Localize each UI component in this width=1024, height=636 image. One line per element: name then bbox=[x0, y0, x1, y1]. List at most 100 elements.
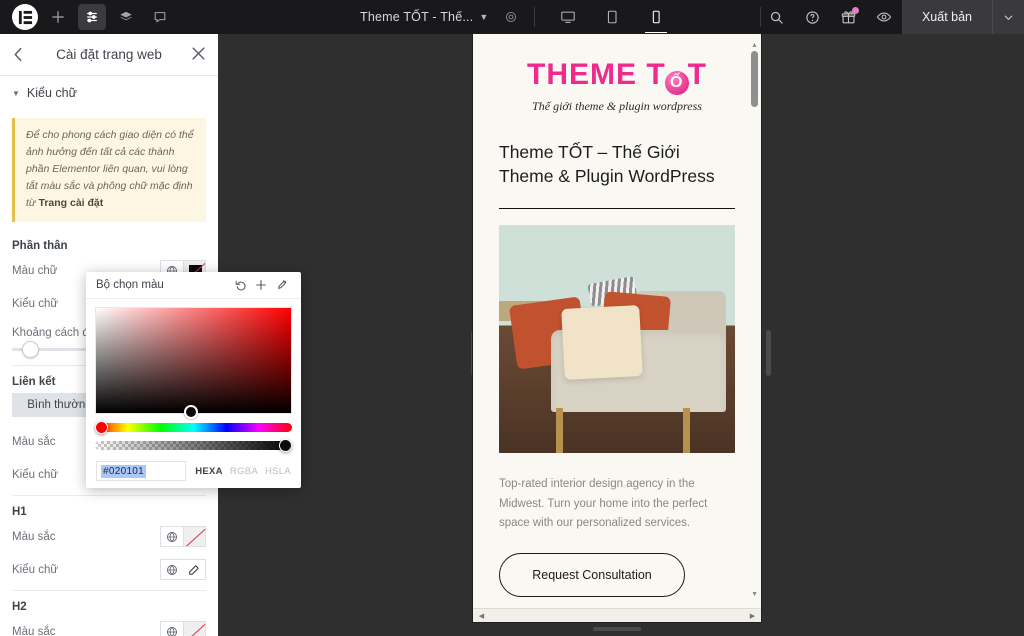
site-logo: THEME TỐT Thế giới theme & plugin wordpr… bbox=[473, 34, 761, 122]
horizontal-scroll-track[interactable] bbox=[487, 612, 747, 620]
document-title-group: Theme TỐT - Thế... ▼ bbox=[360, 0, 518, 34]
device-switcher bbox=[546, 0, 678, 34]
page-title: Theme TỐT – Thế Giới Theme & Plugin Word… bbox=[499, 142, 715, 187]
row-label: Màu sắc bbox=[12, 625, 56, 636]
image-sofa-leg bbox=[683, 407, 691, 454]
sidebar-title: Cài đặt trang web bbox=[56, 47, 162, 62]
top-toolbar: Theme TỐT - Thế... ▼ Xuất bản bbox=[0, 0, 1024, 34]
row-h1-typography: Kiểu chữ bbox=[0, 553, 218, 586]
eye-icon[interactable] bbox=[866, 0, 902, 34]
eyedropper-icon[interactable] bbox=[271, 279, 291, 291]
row-label: Màu chữ bbox=[12, 264, 58, 277]
comment-icon[interactable] bbox=[146, 4, 174, 30]
row-label: Màu sắc bbox=[12, 530, 56, 543]
logo-text-part2: T bbox=[687, 58, 707, 91]
hex-value: #020101 bbox=[101, 464, 147, 478]
document-title: Theme TỐT - Thế... bbox=[360, 10, 474, 24]
pencil-icon[interactable] bbox=[183, 559, 206, 580]
logo-dot-icon: Ố bbox=[664, 71, 689, 95]
hex-input[interactable]: #020101 bbox=[96, 461, 187, 481]
row-label: Kiểu chữ bbox=[12, 297, 59, 310]
chevron-left-icon[interactable] bbox=[12, 47, 25, 62]
sliders-icon[interactable] bbox=[78, 4, 106, 30]
globe-icon[interactable] bbox=[160, 526, 183, 547]
alpha-slider[interactable] bbox=[95, 439, 292, 452]
row-h1-color: Màu sắc bbox=[0, 520, 218, 553]
hue-handle[interactable] bbox=[95, 421, 108, 434]
preview-horizontal-scrollbar[interactable]: ◀ ▶ bbox=[473, 608, 761, 622]
alpha-handle[interactable] bbox=[279, 439, 292, 452]
color-swatch-button[interactable] bbox=[183, 526, 206, 547]
row-label: Màu sắc bbox=[12, 435, 56, 448]
elementor-logo-icon[interactable] bbox=[12, 4, 38, 30]
logo-text-part1: THEME T bbox=[527, 58, 666, 91]
divider bbox=[12, 495, 206, 496]
chevron-down-icon[interactable]: ▼ bbox=[479, 12, 488, 22]
gift-notification-badge bbox=[852, 7, 859, 14]
row-h2-color: Màu sắc bbox=[0, 615, 218, 636]
undo-icon[interactable] bbox=[231, 279, 251, 291]
hue-track[interactable] bbox=[95, 423, 292, 432]
group-title-h2: H2 bbox=[12, 601, 27, 613]
group-title-h1: H1 bbox=[12, 506, 27, 518]
globe-icon[interactable] bbox=[160, 559, 183, 580]
format-hexa[interactable]: HEXA bbox=[195, 466, 223, 477]
page-paragraph: Top-rated interior design agency in the … bbox=[499, 478, 708, 529]
plus-icon[interactable] bbox=[251, 279, 271, 291]
device-desktop-button[interactable] bbox=[546, 0, 590, 34]
color-control-group bbox=[160, 526, 206, 547]
divider bbox=[499, 208, 735, 210]
gift-icon[interactable] bbox=[830, 0, 866, 34]
saturation-handle[interactable] bbox=[184, 405, 198, 419]
globe-icon[interactable] bbox=[160, 621, 183, 636]
help-circle-icon[interactable] bbox=[794, 0, 830, 34]
color-swatch-button[interactable] bbox=[183, 621, 206, 636]
toolbar-left-group bbox=[0, 0, 174, 34]
caret-right-icon[interactable]: ▶ bbox=[747, 612, 758, 620]
vertical-scroll-thumb[interactable] bbox=[751, 51, 758, 107]
layers-icon[interactable] bbox=[112, 4, 140, 30]
row-label: Kiểu chữ bbox=[12, 468, 59, 481]
color-picker-header: Bộ chọn màu bbox=[86, 272, 301, 299]
row-label: Kiểu chữ bbox=[12, 563, 59, 576]
section-typography-label: Kiểu chữ bbox=[26, 86, 77, 100]
slider-knob[interactable] bbox=[22, 341, 39, 358]
format-hsla[interactable]: HSLA bbox=[265, 466, 291, 477]
color-picker-popup: Bộ chọn màu #020101 HEXA RGBA HSLA bbox=[86, 272, 301, 488]
search-icon[interactable] bbox=[758, 0, 794, 34]
close-icon[interactable] bbox=[191, 46, 206, 61]
logo-text: THEME TỐT bbox=[473, 60, 761, 95]
image-sofa-leg bbox=[555, 407, 563, 454]
typography-control-group bbox=[160, 559, 206, 580]
publish-button[interactable]: Xuất bản bbox=[902, 0, 992, 34]
resize-handle-right[interactable] bbox=[766, 330, 771, 376]
group-title-body: Phần thân bbox=[12, 240, 68, 252]
alpha-track[interactable] bbox=[95, 441, 292, 450]
toolbar-right-group: Xuất bản bbox=[758, 0, 1024, 34]
caret-down-icon: ▼ bbox=[12, 88, 20, 98]
request-consultation-button[interactable]: Request Consultation bbox=[499, 553, 685, 598]
caret-down-icon[interactable]: ▼ bbox=[751, 591, 758, 598]
preview-vertical-scrollbar[interactable]: ▲ bbox=[750, 42, 759, 210]
device-tablet-button[interactable] bbox=[590, 0, 634, 34]
logo-tagline: Thế giới theme & plugin wordpress bbox=[532, 99, 702, 113]
color-control-group bbox=[160, 621, 206, 636]
gear-icon[interactable] bbox=[504, 10, 518, 24]
hue-slider[interactable] bbox=[95, 421, 292, 434]
format-rgba[interactable]: RGBA bbox=[230, 466, 258, 477]
color-format-tabs: HEXA RGBA HSLA bbox=[195, 466, 291, 477]
divider bbox=[12, 590, 206, 591]
caret-left-icon[interactable]: ◀ bbox=[476, 612, 487, 620]
saturation-value-area[interactable] bbox=[95, 307, 292, 419]
publish-options-chevron-down-icon[interactable] bbox=[992, 0, 1024, 34]
device-mobile-button[interactable] bbox=[634, 0, 678, 34]
section-typography[interactable]: ▼ Kiểu chữ bbox=[0, 76, 218, 110]
hero-image bbox=[499, 225, 735, 454]
color-picker-title: Bộ chọn màu bbox=[96, 279, 164, 291]
caret-up-icon[interactable]: ▲ bbox=[750, 42, 759, 49]
color-picker-body: #020101 HEXA RGBA HSLA bbox=[86, 299, 301, 481]
resize-handle-bottom[interactable] bbox=[593, 627, 641, 631]
plus-icon[interactable] bbox=[44, 4, 72, 30]
preview-page: THEME TỐT Thế giới theme & plugin wordpr… bbox=[473, 34, 761, 622]
notice-link[interactable]: Trang cài đặt bbox=[39, 197, 104, 209]
